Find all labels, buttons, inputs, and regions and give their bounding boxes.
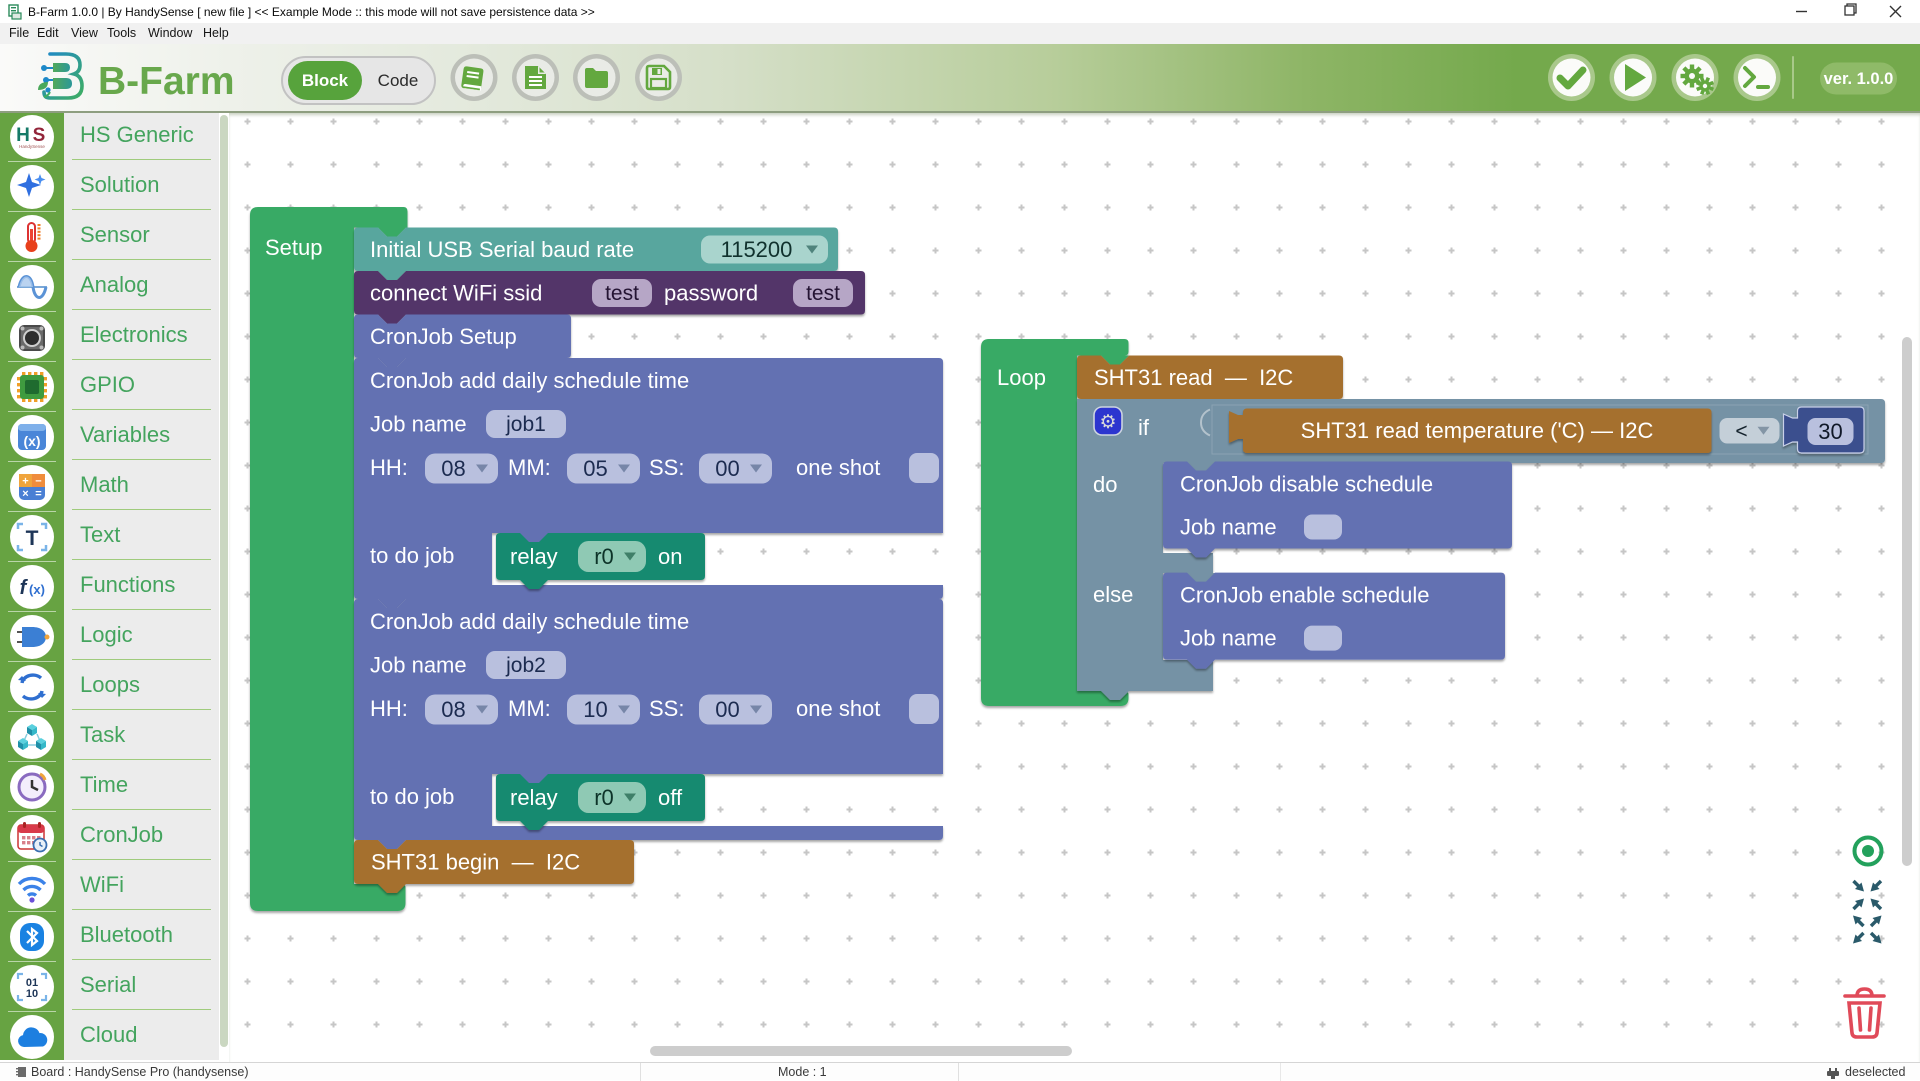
svg-text:(x): (x): [23, 433, 40, 449]
svg-text:ver. 1.0.0: ver. 1.0.0: [1824, 70, 1894, 88]
svg-text:T: T: [26, 527, 39, 550]
svg-text:f: f: [20, 577, 29, 599]
svg-text:10: 10: [26, 988, 38, 1000]
svg-text:(x): (x): [29, 582, 45, 597]
svg-text:×: ×: [22, 488, 28, 500]
svg-text:−: −: [35, 476, 41, 488]
svg-text:=: =: [35, 488, 41, 500]
svg-text:+: +: [22, 476, 28, 488]
svg-text:H: H: [16, 125, 30, 146]
svg-text:S: S: [33, 125, 46, 146]
svg-text:HandySense: HandySense: [19, 144, 45, 149]
